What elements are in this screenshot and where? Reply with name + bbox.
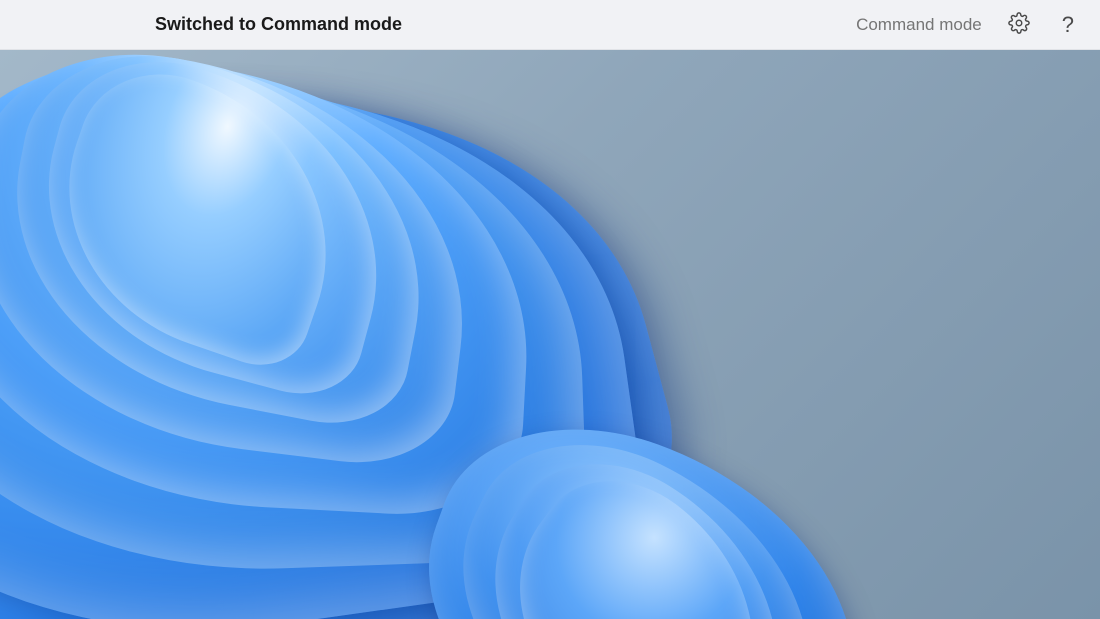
toolbar: Switched to Command mode Command mode ? — [0, 0, 1100, 50]
desktop-background — [0, 50, 1100, 619]
status-message: Switched to Command mode — [155, 14, 402, 35]
wallpaper-bloom — [0, 50, 1100, 619]
settings-button[interactable] — [1002, 6, 1036, 43]
gear-icon — [1008, 12, 1030, 37]
mode-label: Command mode — [856, 15, 982, 35]
toolbar-right-group: Command mode ? — [856, 6, 1080, 44]
help-icon: ? — [1062, 12, 1074, 38]
help-button[interactable]: ? — [1056, 6, 1080, 44]
